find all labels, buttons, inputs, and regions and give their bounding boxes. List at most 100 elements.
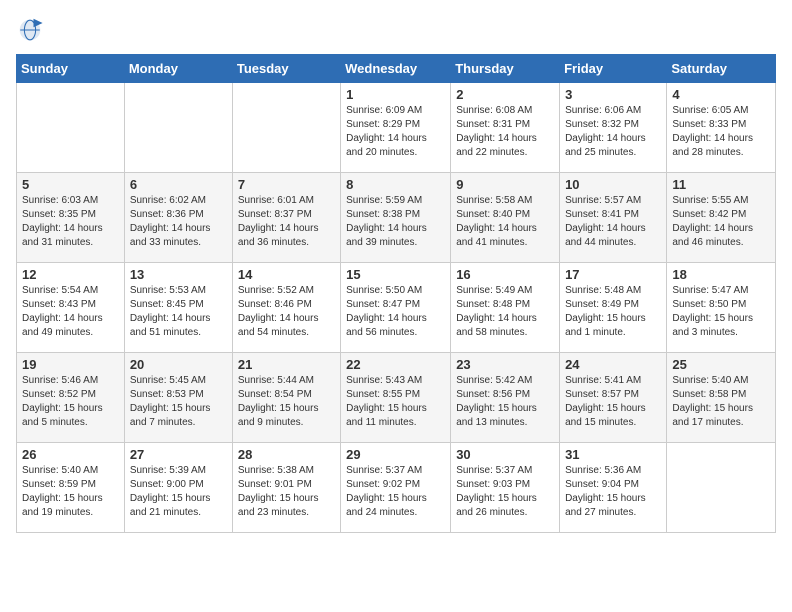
weekday-header: Thursday [451,55,560,83]
calendar-cell: 13 Sunrise: 5:53 AM Sunset: 8:45 PM Dayli… [124,263,232,353]
calendar-cell: 3 Sunrise: 6:06 AM Sunset: 8:32 PM Daylig… [560,83,667,173]
logo [16,16,48,44]
day-info: Sunrise: 5:52 AM Sunset: 8:46 PM Dayligh… [238,284,335,340]
day-info: Sunrise: 5:58 AM Sunset: 8:40 PM Dayligh… [456,194,554,250]
day-info: Sunrise: 5:44 AM Sunset: 8:54 PM Dayligh… [238,374,335,430]
day-number: 25 [672,357,770,372]
day-info: Sunrise: 6:03 AM Sunset: 8:35 PM Dayligh… [22,194,119,250]
day-number: 31 [565,447,661,462]
calendar-cell [124,83,232,173]
day-number: 21 [238,357,335,372]
weekday-header: Wednesday [341,55,451,83]
calendar-cell [17,83,125,173]
day-number: 4 [672,87,770,102]
calendar-cell: 24 Sunrise: 5:41 AM Sunset: 8:57 PM Dayli… [560,353,667,443]
day-info: Sunrise: 5:37 AM Sunset: 9:02 PM Dayligh… [346,464,445,520]
day-number: 30 [456,447,554,462]
day-info: Sunrise: 6:02 AM Sunset: 8:36 PM Dayligh… [130,194,227,250]
day-info: Sunrise: 5:37 AM Sunset: 9:03 PM Dayligh… [456,464,554,520]
weekday-header: Saturday [667,55,776,83]
day-info: Sunrise: 5:41 AM Sunset: 8:57 PM Dayligh… [565,374,661,430]
calendar-cell: 25 Sunrise: 5:40 AM Sunset: 8:58 PM Dayli… [667,353,776,443]
day-info: Sunrise: 5:57 AM Sunset: 8:41 PM Dayligh… [565,194,661,250]
day-info: Sunrise: 5:46 AM Sunset: 8:52 PM Dayligh… [22,374,119,430]
weekday-header: Monday [124,55,232,83]
day-info: Sunrise: 5:40 AM Sunset: 8:59 PM Dayligh… [22,464,119,520]
day-number: 14 [238,267,335,282]
day-number: 1 [346,87,445,102]
calendar-cell: 26 Sunrise: 5:40 AM Sunset: 8:59 PM Dayli… [17,443,125,533]
day-info: Sunrise: 5:55 AM Sunset: 8:42 PM Dayligh… [672,194,770,250]
day-number: 6 [130,177,227,192]
calendar-cell: 1Sunrise: 6:09 AM Sunset: 8:29 PM Daylig… [341,83,451,173]
day-info: Sunrise: 5:45 AM Sunset: 8:53 PM Dayligh… [130,374,227,430]
day-number: 26 [22,447,119,462]
day-number: 24 [565,357,661,372]
calendar-cell: 11Sunrise: 5:55 AM Sunset: 8:42 PM Dayli… [667,173,776,263]
calendar-week-row: 5 Sunrise: 6:03 AM Sunset: 8:35 PM Daylig… [17,173,776,263]
day-number: 13 [130,267,227,282]
day-number: 19 [22,357,119,372]
day-info: Sunrise: 5:50 AM Sunset: 8:47 PM Dayligh… [346,284,445,340]
calendar-cell: 10 Sunrise: 5:57 AM Sunset: 8:41 PM Dayli… [560,173,667,263]
calendar-cell [232,83,340,173]
header [16,16,776,44]
calendar-cell: 19 Sunrise: 5:46 AM Sunset: 8:52 PM Dayli… [17,353,125,443]
day-info: Sunrise: 6:01 AM Sunset: 8:37 PM Dayligh… [238,194,335,250]
day-info: Sunrise: 5:47 AM Sunset: 8:50 PM Dayligh… [672,284,770,340]
calendar-cell: 23 Sunrise: 5:42 AM Sunset: 8:56 PM Dayli… [451,353,560,443]
calendar-cell: 20 Sunrise: 5:45 AM Sunset: 8:53 PM Dayli… [124,353,232,443]
day-info: Sunrise: 5:40 AM Sunset: 8:58 PM Dayligh… [672,374,770,430]
calendar-week-row: 26 Sunrise: 5:40 AM Sunset: 8:59 PM Dayli… [17,443,776,533]
weekday-header: Sunday [17,55,125,83]
day-number: 28 [238,447,335,462]
day-info: Sunrise: 5:48 AM Sunset: 8:49 PM Dayligh… [565,284,661,340]
day-info: Sunrise: 5:42 AM Sunset: 8:56 PM Dayligh… [456,374,554,430]
day-info: Sunrise: 5:43 AM Sunset: 8:55 PM Dayligh… [346,374,445,430]
day-number: 18 [672,267,770,282]
day-number: 15 [346,267,445,282]
calendar-cell: 18 Sunrise: 5:47 AM Sunset: 8:50 PM Dayli… [667,263,776,353]
weekday-header-row: SundayMondayTuesdayWednesdayThursdayFrid… [17,55,776,83]
calendar-cell: 15 Sunrise: 5:50 AM Sunset: 8:47 PM Dayli… [341,263,451,353]
calendar-cell: 14 Sunrise: 5:52 AM Sunset: 8:46 PM Dayli… [232,263,340,353]
day-number: 8 [346,177,445,192]
calendar-cell: 4 Sunrise: 6:05 AM Sunset: 8:33 PM Daylig… [667,83,776,173]
calendar-cell: 2 Sunrise: 6:08 AM Sunset: 8:31 PM Daylig… [451,83,560,173]
day-number: 16 [456,267,554,282]
day-info: Sunrise: 6:08 AM Sunset: 8:31 PM Dayligh… [456,104,554,160]
day-number: 2 [456,87,554,102]
day-number: 10 [565,177,661,192]
day-number: 5 [22,177,119,192]
logo-icon [16,16,44,44]
calendar-cell: 8 Sunrise: 5:59 AM Sunset: 8:38 PM Daylig… [341,173,451,263]
day-info: Sunrise: 5:38 AM Sunset: 9:01 PM Dayligh… [238,464,335,520]
calendar-cell: 9Sunrise: 5:58 AM Sunset: 8:40 PM Daylig… [451,173,560,263]
weekday-header: Friday [560,55,667,83]
day-number: 7 [238,177,335,192]
calendar-cell: 22 Sunrise: 5:43 AM Sunset: 8:55 PM Dayli… [341,353,451,443]
day-info: Sunrise: 5:53 AM Sunset: 8:45 PM Dayligh… [130,284,227,340]
calendar-cell: 29 Sunrise: 5:37 AM Sunset: 9:02 PM Dayli… [341,443,451,533]
day-number: 27 [130,447,227,462]
day-number: 20 [130,357,227,372]
day-info: Sunrise: 5:49 AM Sunset: 8:48 PM Dayligh… [456,284,554,340]
day-info: Sunrise: 5:39 AM Sunset: 9:00 PM Dayligh… [130,464,227,520]
calendar-week-row: 19 Sunrise: 5:46 AM Sunset: 8:52 PM Dayli… [17,353,776,443]
day-info: Sunrise: 6:06 AM Sunset: 8:32 PM Dayligh… [565,104,661,160]
calendar-table: SundayMondayTuesdayWednesdayThursdayFrid… [16,54,776,533]
day-number: 29 [346,447,445,462]
day-number: 23 [456,357,554,372]
day-number: 22 [346,357,445,372]
calendar-cell: 17Sunrise: 5:48 AM Sunset: 8:49 PM Dayli… [560,263,667,353]
calendar-cell: 16 Sunrise: 5:49 AM Sunset: 8:48 PM Dayli… [451,263,560,353]
day-info: Sunrise: 5:36 AM Sunset: 9:04 PM Dayligh… [565,464,661,520]
day-number: 12 [22,267,119,282]
day-info: Sunrise: 6:05 AM Sunset: 8:33 PM Dayligh… [672,104,770,160]
day-number: 3 [565,87,661,102]
calendar-cell: 31 Sunrise: 5:36 AM Sunset: 9:04 PM Dayli… [560,443,667,533]
calendar-cell: 28 Sunrise: 5:38 AM Sunset: 9:01 PM Dayli… [232,443,340,533]
weekday-header: Tuesday [232,55,340,83]
calendar-cell: 27 Sunrise: 5:39 AM Sunset: 9:00 PM Dayli… [124,443,232,533]
day-info: Sunrise: 5:59 AM Sunset: 8:38 PM Dayligh… [346,194,445,250]
